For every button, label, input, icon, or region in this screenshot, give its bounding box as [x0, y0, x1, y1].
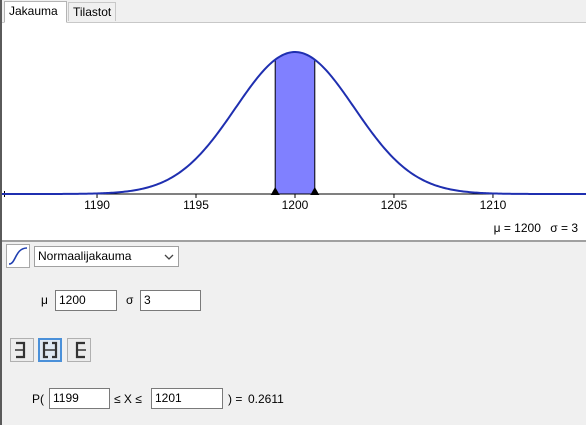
x-tick-label: 1210	[480, 198, 507, 212]
probability-suffix: ) =	[228, 392, 243, 406]
x-tick-label: 1205	[381, 198, 408, 212]
sigma-label: σ	[126, 293, 134, 307]
tab-bar: Jakauma Tilastot	[2, 0, 586, 23]
chevron-down-icon	[160, 247, 178, 266]
normal-curve-chart: 1190 1195 1200 1205 1210	[2, 50, 586, 212]
x-tick-label: 1195	[183, 198, 209, 212]
mu-readout: μ = 1200	[493, 221, 541, 235]
interval-brackets-icon	[42, 341, 58, 359]
tab-tilastot[interactable]: Tilastot	[68, 2, 116, 21]
probability-prefix: P(	[32, 392, 44, 406]
probability-middle: ≤ X ≤	[114, 392, 142, 406]
parameter-readout: μ = 1200 σ = 3	[488, 221, 578, 235]
x-tick-label: 1200	[282, 198, 309, 212]
left-bracket-icon	[15, 341, 26, 359]
tab-jakauma[interactable]: Jakauma	[4, 1, 67, 23]
upper-bound-field[interactable]: 1201	[151, 388, 223, 409]
distribution-select-value: Normaalijakauma	[38, 249, 132, 263]
interval-button[interactable]	[38, 338, 62, 362]
distribution-plot[interactable]: 1190 1195 1200 1205 1210	[2, 23, 586, 240]
right-sided-button[interactable]	[67, 338, 91, 362]
mu-field[interactable]: 1200	[55, 290, 117, 311]
left-sided-button[interactable]	[10, 338, 34, 362]
right-bracket-icon	[75, 341, 86, 359]
probability-result: 0.2611	[248, 392, 284, 406]
cdf-curve-icon[interactable]	[6, 244, 30, 268]
distribution-select[interactable]: Normaalijakauma	[34, 246, 179, 267]
x-tick-label: 1190	[84, 198, 110, 212]
mu-label: μ	[41, 293, 48, 307]
shaded-probability-area	[274, 51, 316, 195]
lower-bound-field[interactable]: 1199	[49, 388, 110, 409]
sigma-field[interactable]: 3	[140, 290, 201, 311]
sigma-readout: σ = 3	[550, 221, 578, 235]
